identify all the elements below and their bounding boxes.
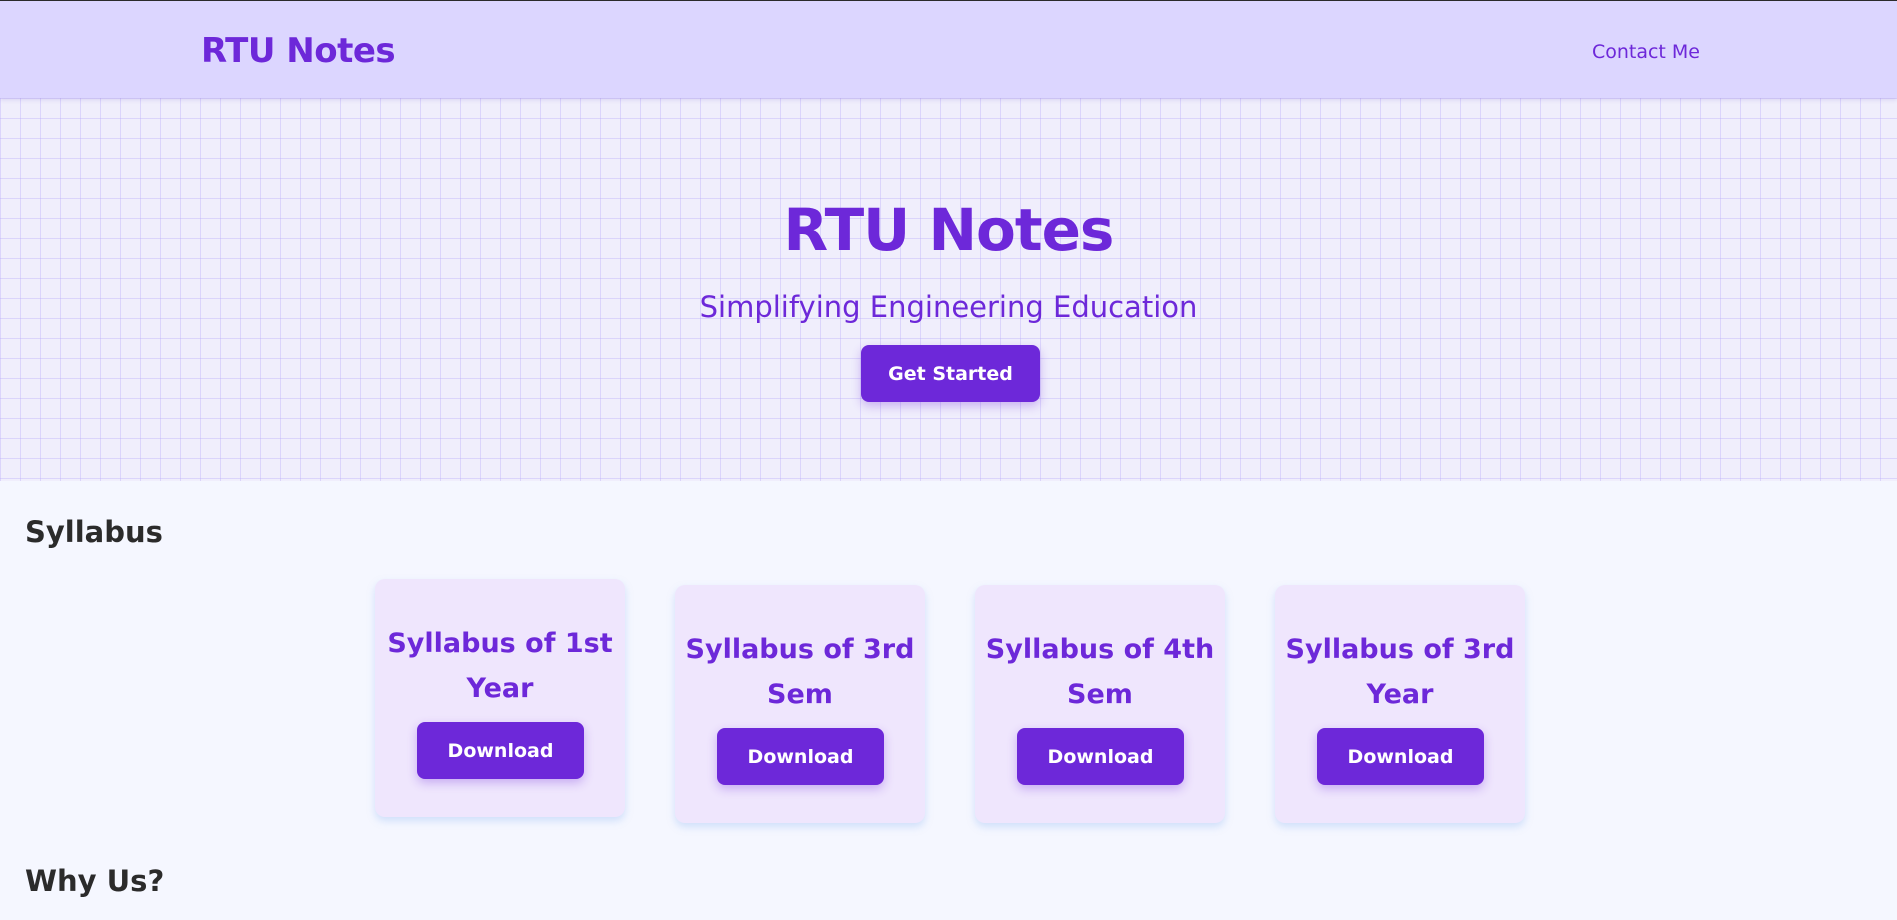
download-button[interactable]: Download <box>1017 728 1184 785</box>
hero-subtitle: Simplifying Engineering Education <box>699 290 1198 324</box>
syllabus-card-3rd-sem: Syllabus of 3rd Sem Download <box>675 585 925 823</box>
download-button[interactable]: Download <box>1317 728 1484 785</box>
syllabus-card-3rd-year: Syllabus of 3rd Year Download <box>1275 585 1525 823</box>
card-title: Syllabus of 4th Sem <box>985 634 1215 710</box>
brand-logo-text[interactable]: RTU Notes <box>201 31 396 71</box>
hero-title: RTU Notes <box>783 196 1115 264</box>
hero-section: RTU Notes Simplifying Engineering Educat… <box>0 98 1897 481</box>
syllabus-heading: Syllabus <box>25 515 163 549</box>
syllabus-card-1st-year: Syllabus of 1st Year Download <box>375 579 625 817</box>
card-title: Syllabus of 3rd Sem <box>685 634 915 710</box>
card-title: Syllabus of 1st Year <box>387 628 613 704</box>
get-started-button[interactable]: Get Started <box>861 345 1040 402</box>
contact-me-link[interactable]: Contact Me <box>1592 41 1700 63</box>
why-us-heading: Why Us? <box>25 864 165 898</box>
download-button[interactable]: Download <box>717 728 884 785</box>
navbar: RTU Notes Contact Me <box>0 0 1897 98</box>
download-button[interactable]: Download <box>417 722 584 779</box>
card-title: Syllabus of 3rd Year <box>1285 634 1515 710</box>
syllabus-card-4th-sem: Syllabus of 4th Sem Download <box>975 585 1225 823</box>
